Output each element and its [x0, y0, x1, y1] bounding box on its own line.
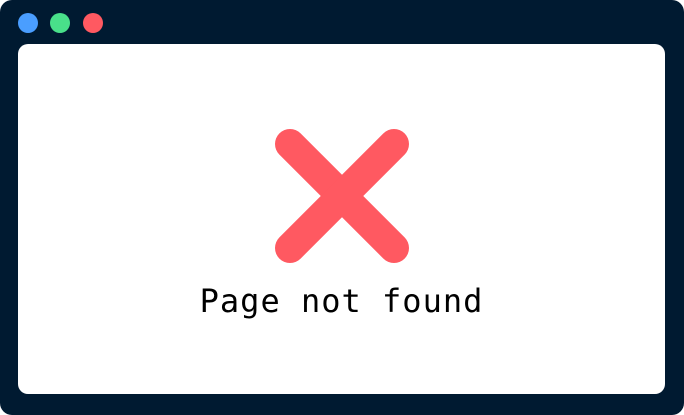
window-control-green[interactable] [50, 13, 70, 33]
window-titlebar [0, 0, 684, 44]
window-control-red[interactable] [83, 13, 103, 33]
window-control-blue[interactable] [18, 13, 38, 33]
x-mark-icon [275, 129, 409, 263]
error-message: Page not found [199, 282, 484, 320]
browser-window: Page not found [0, 0, 684, 415]
page-content: Page not found [18, 44, 665, 394]
